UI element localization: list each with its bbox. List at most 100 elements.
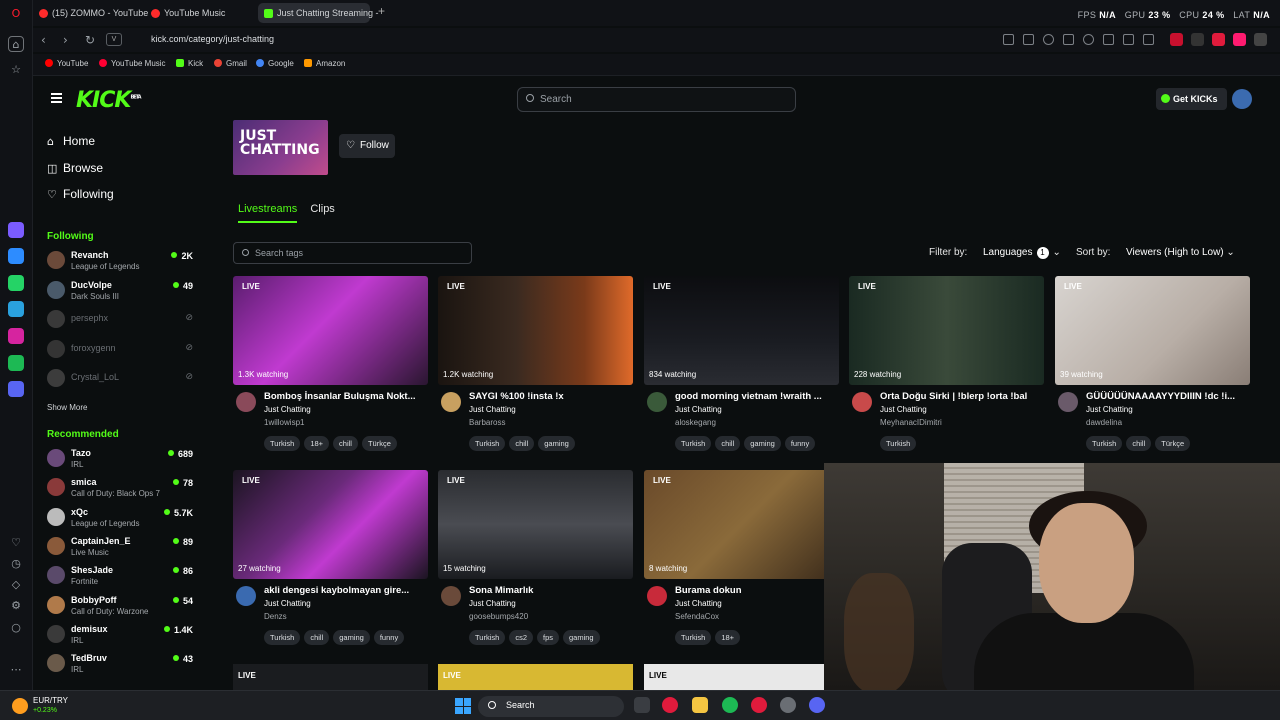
instagram-icon[interactable]	[8, 328, 24, 344]
camera-icon[interactable]	[1023, 34, 1034, 45]
stream-card-partial[interactable]: LIVE	[233, 664, 428, 690]
stream-category[interactable]: Just Chatting	[469, 599, 516, 608]
stream-tag[interactable]: Turkish	[675, 630, 712, 645]
avatar[interactable]	[852, 392, 872, 412]
history-icon[interactable]: ◷	[8, 556, 24, 572]
recommended-channel[interactable]: demisux IRL 1.4K	[47, 624, 207, 650]
bookmark-google[interactable]: Google	[256, 59, 294, 68]
bookmark-youtube-music[interactable]: YouTube Music	[99, 59, 166, 68]
nav-browse[interactable]: ◫ Browse	[47, 161, 103, 175]
stream-title[interactable]: good morning vietnam !wraith ...	[675, 391, 835, 402]
stream-tag[interactable]: chill	[304, 630, 330, 645]
following-channel[interactable]: Revanch League of Legends 2K	[47, 250, 207, 276]
bookmark-kick[interactable]: Kick	[176, 59, 203, 68]
task-view-icon[interactable]	[634, 697, 650, 713]
back-icon[interactable]: ‹	[41, 33, 46, 47]
stream-username[interactable]: goosebumps420	[469, 612, 528, 621]
menu-icon[interactable]	[1123, 34, 1134, 45]
bulb-icon[interactable]: ○	[8, 620, 24, 636]
stream-tag[interactable]: Turkish	[264, 630, 301, 645]
file-explorer-icon[interactable]	[692, 697, 708, 713]
languages-dropdown[interactable]: Languages 1 ⌄	[983, 247, 1061, 259]
recommended-channel[interactable]: BobbyPoff Call of Duty: Warzone 54	[47, 595, 207, 621]
home-icon[interactable]: ⌂	[8, 36, 24, 52]
recommended-channel[interactable]: CaptainJen_E Live Music 89	[47, 536, 207, 562]
stream-tag[interactable]: Türkçe	[1155, 436, 1191, 451]
windows-start-icon[interactable]	[455, 698, 471, 714]
stream-tag[interactable]: funny	[373, 630, 405, 645]
stream-username[interactable]: aloskegang	[675, 418, 716, 427]
stream-thumbnail[interactable]: LIVE 39 watching	[1055, 276, 1250, 385]
kick-logo[interactable]: KICKBETA	[76, 88, 142, 113]
stream-username[interactable]: SefendaCox	[675, 612, 719, 621]
stream-tag[interactable]: chill	[1126, 436, 1152, 451]
whatsapp-icon[interactable]	[8, 275, 24, 291]
stream-thumbnail[interactable]: LIVE 8 watching	[644, 470, 839, 579]
stream-tag[interactable]: cs2	[509, 630, 533, 645]
stream-tag[interactable]: gaming	[744, 436, 781, 451]
stream-tag[interactable]: Turkish	[264, 436, 301, 451]
stream-card[interactable]: LIVE 228 watching Orta Doğu Sirki | !blerp…	[849, 276, 1044, 466]
stream-tag[interactable]: Turkish	[880, 436, 917, 451]
stream-tag[interactable]: Turkish	[1086, 436, 1123, 451]
spotify-icon[interactable]	[722, 697, 738, 713]
extension-3-icon[interactable]	[1212, 33, 1225, 46]
cube-icon[interactable]: ◇	[8, 577, 24, 593]
following-channel[interactable]: DucVolpe Dark Souls III 49	[47, 280, 207, 306]
avatar[interactable]	[647, 586, 667, 606]
stream-username[interactable]: 1willowisp1	[264, 418, 304, 427]
recommended-channel[interactable]: TedBruv IRL 43	[47, 653, 207, 679]
user-avatar[interactable]	[1232, 89, 1252, 109]
recommended-channel[interactable]: Tazo IRL 689	[47, 448, 207, 474]
player-icon[interactable]	[8, 381, 24, 397]
stream-category[interactable]: Just Chatting	[1086, 405, 1133, 414]
stream-title[interactable]: GÜÜÜÜÜNAAAAYYYDIIIN !dc !i...	[1086, 391, 1246, 402]
stream-card-partial[interactable]: LIVE	[438, 664, 633, 690]
forward-icon[interactable]: ›	[63, 33, 68, 47]
stream-card[interactable]: LIVE 39 watching GÜÜÜÜÜNAAAAYYYDIIIN !dc !…	[1055, 276, 1250, 466]
extension-2-icon[interactable]	[1191, 33, 1204, 46]
tab-youtube-music[interactable]: YouTube Music	[145, 3, 255, 23]
play-icon[interactable]	[1063, 34, 1074, 45]
heart-icon[interactable]	[1083, 34, 1094, 45]
stream-title[interactable]: akli dengesi kaybolmayan gire...	[264, 585, 424, 596]
messenger-icon[interactable]	[8, 248, 24, 264]
stream-thumbnail[interactable]: LIVE 228 watching	[849, 276, 1044, 385]
avatar[interactable]	[236, 586, 256, 606]
stream-card[interactable]: LIVE 834 watching good morning vietnam !wr…	[644, 276, 839, 466]
menu-toggle-icon[interactable]	[51, 93, 62, 103]
stream-tag[interactable]: Turkish	[469, 630, 506, 645]
bookmark-youtube[interactable]: YouTube	[45, 59, 88, 68]
stream-tag[interactable]: gaming	[333, 630, 370, 645]
url-field[interactable]: kick.com/category/just-chatting	[151, 34, 274, 44]
discord-icon[interactable]	[809, 697, 825, 713]
opera-icon[interactable]	[751, 697, 767, 713]
settings-icon[interactable]: ⚙	[8, 598, 24, 614]
stream-tag[interactable]: fps	[536, 630, 559, 645]
spotify-icon[interactable]	[8, 355, 24, 371]
stream-card[interactable]: LIVE 8 watching Burama dokun Just Chatting S…	[644, 470, 839, 660]
lock-icon[interactable]	[1143, 34, 1154, 45]
stream-tag[interactable]: gaming	[563, 630, 600, 645]
stream-title[interactable]: Burama dokun	[675, 585, 835, 596]
stream-category[interactable]: Just Chatting	[469, 405, 516, 414]
extensions-icon[interactable]	[1254, 33, 1267, 46]
stream-thumbnail[interactable]: LIVE 834 watching	[644, 276, 839, 385]
bookmark-amazon[interactable]: Amazon	[304, 59, 345, 68]
aria-icon[interactable]	[8, 222, 24, 238]
tab-clips[interactable]: Clips	[310, 203, 334, 215]
stream-card[interactable]: LIVE 1.3K watching Bomboş İnsanlar Buluşma…	[233, 276, 428, 466]
stream-tag[interactable]: 18+	[304, 436, 330, 451]
telegram-icon[interactable]	[8, 301, 24, 317]
stream-tag[interactable]: chill	[333, 436, 358, 451]
stream-card[interactable]: LIVE 1.2K watching SAYGI %100 !insta !x Jus…	[438, 276, 633, 466]
stream-category[interactable]: Just Chatting	[675, 599, 722, 608]
stream-card[interactable]: LIVE 15 watching Sona Mimarlık Just Chattin…	[438, 470, 633, 660]
stream-username[interactable]: MeyhanacIDimitri	[880, 418, 942, 427]
sort-dropdown[interactable]: Viewers (High to Low) ⌄	[1126, 247, 1235, 258]
avatar[interactable]	[236, 392, 256, 412]
following-channel[interactable]: persephx ⊘	[47, 309, 207, 335]
stream-tag[interactable]: gaming	[538, 436, 575, 451]
search-input[interactable]: Search	[517, 87, 796, 112]
stream-tag[interactable]: Turkish	[469, 436, 506, 451]
